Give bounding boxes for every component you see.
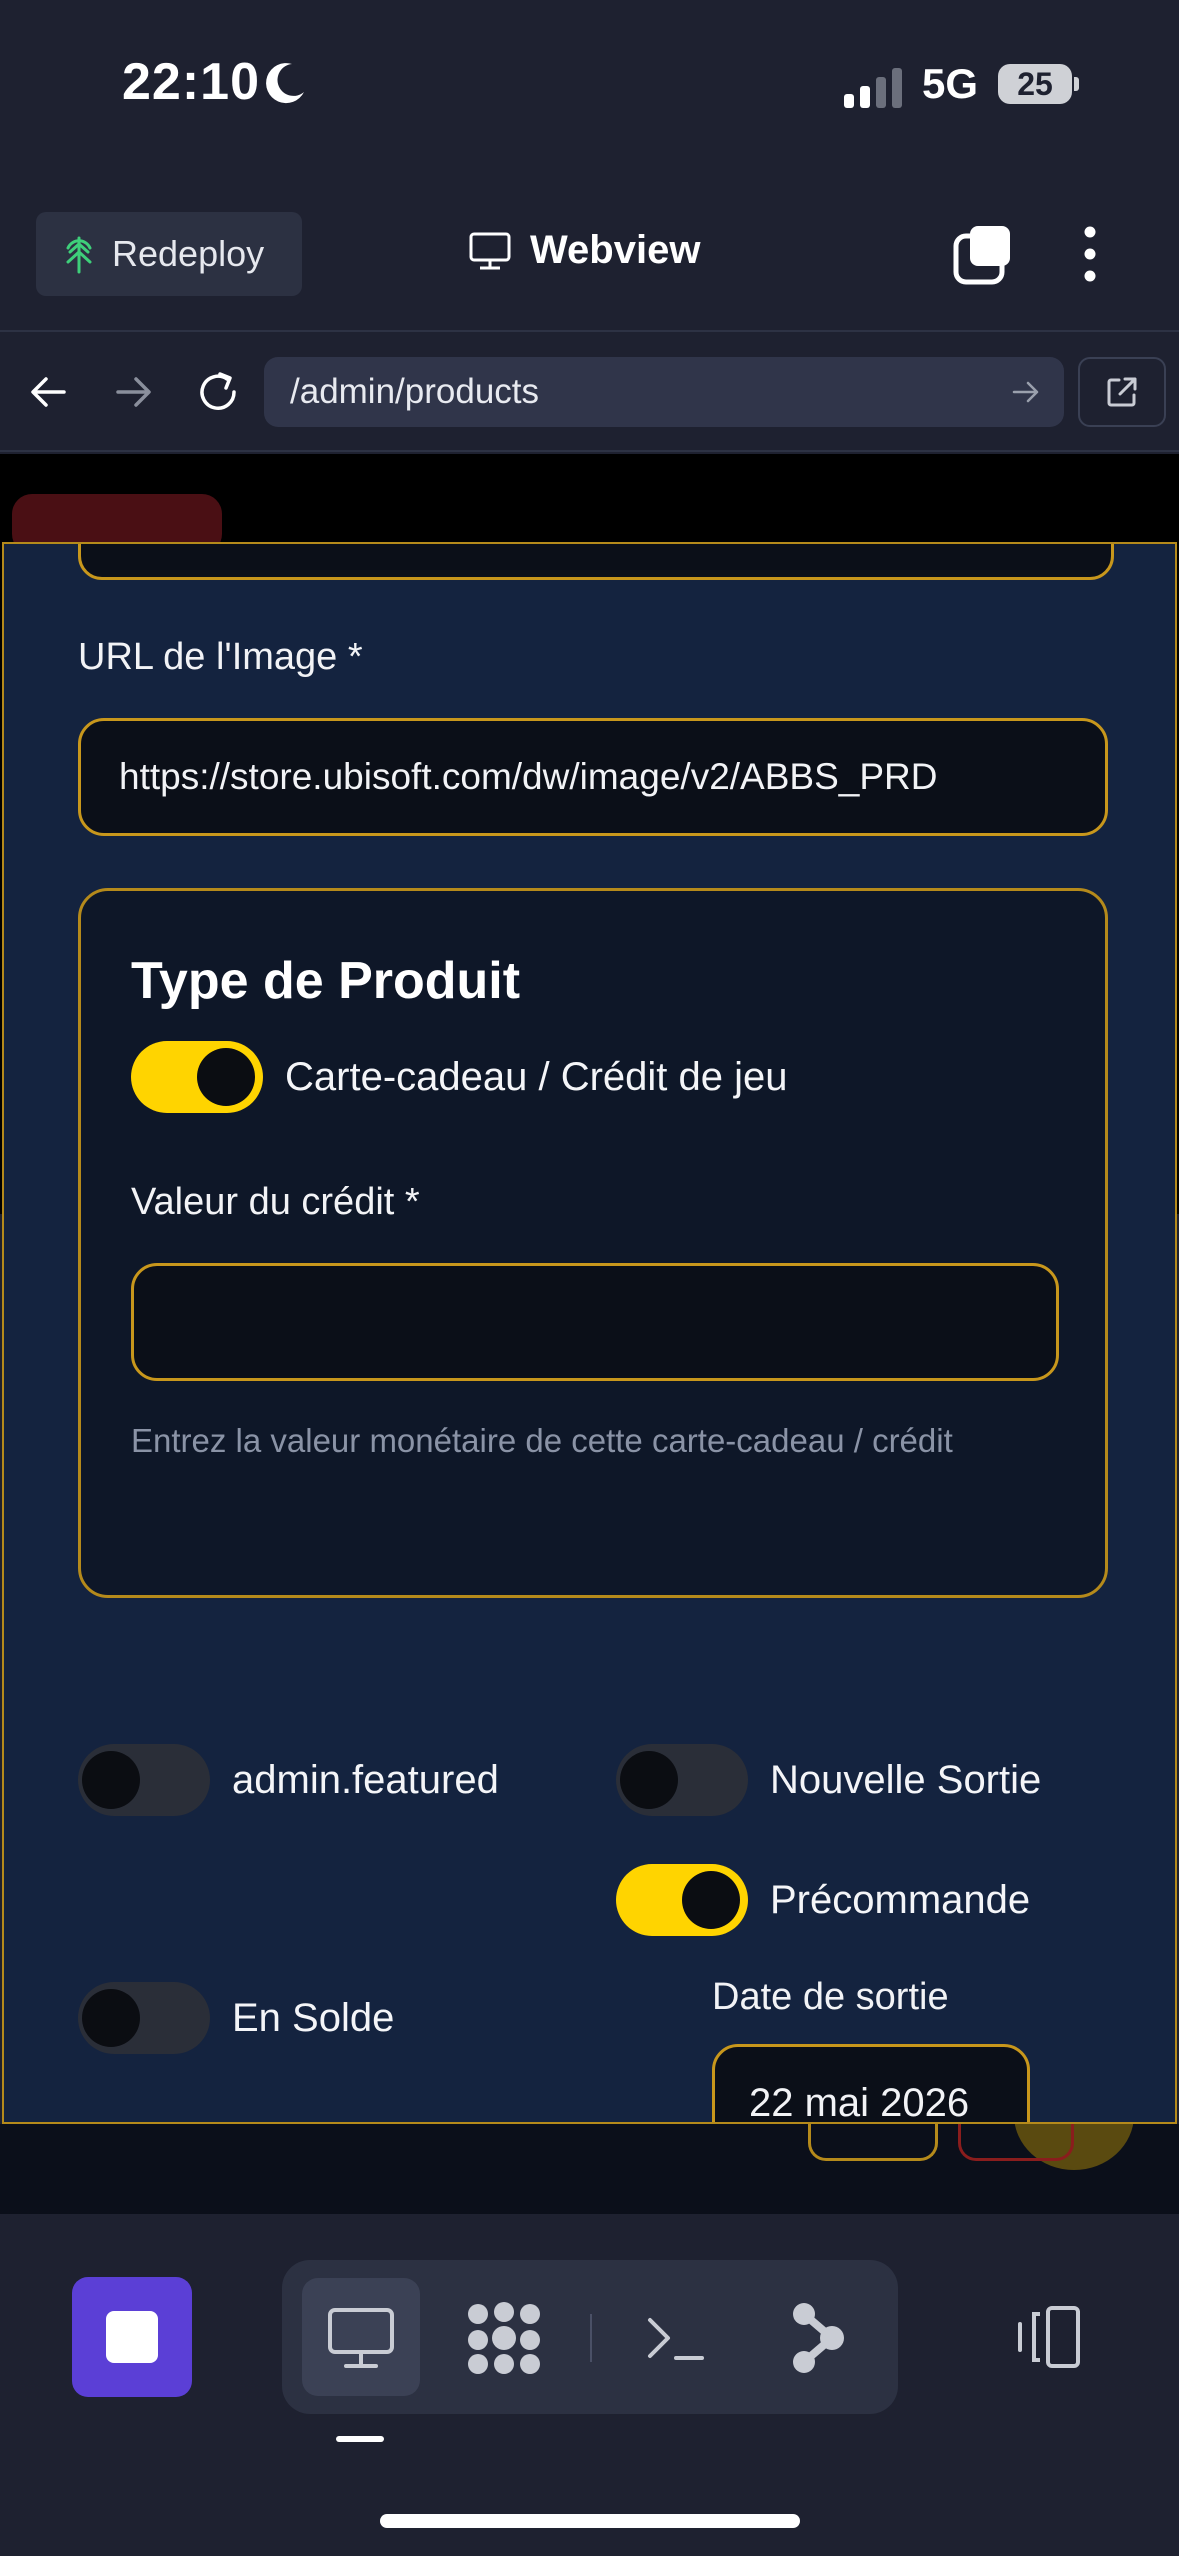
moon-icon — [266, 63, 304, 104]
new-release-toggle[interactable] — [616, 1744, 748, 1816]
tree-icon — [66, 236, 92, 274]
active-view-indicator — [336, 2436, 384, 2442]
nodes-icon[interactable] — [464, 2300, 544, 2376]
credit-value-label: Valeur du crédit * — [131, 1181, 420, 1223]
git-branch-icon[interactable] — [790, 2302, 846, 2374]
gift-card-toggle[interactable] — [131, 1041, 263, 1113]
preorder-toggle-label: Précommande — [770, 1878, 1031, 1922]
toggle-knob — [82, 1989, 140, 2047]
url-input[interactable]: /admin/products — [264, 357, 1064, 427]
image-url-input[interactable]: https://store.ubisoft.com/dw/image/v2/AB… — [78, 718, 1108, 836]
tabs-icon[interactable] — [952, 224, 1016, 286]
battery-icon: 25 — [998, 64, 1072, 104]
image-url-label: URL de l'Image * — [78, 636, 363, 678]
background-button-outline-red — [958, 2118, 1074, 2161]
device-switch-icon[interactable] — [1012, 2304, 1084, 2370]
gift-card-toggle-label: Carte-cadeau / Crédit de jeu — [285, 1055, 788, 1099]
webview-title: Webview — [468, 228, 700, 273]
previous-field-edge[interactable] — [78, 544, 1114, 580]
toggle-knob — [82, 1751, 140, 1809]
featured-toggle-label: admin.featured — [232, 1758, 499, 1802]
external-link-icon — [1107, 377, 1137, 407]
battery-tip — [1074, 77, 1079, 91]
monitor-icon — [469, 232, 511, 269]
featured-toggle[interactable] — [78, 1744, 210, 1816]
toggle-knob — [620, 1751, 678, 1809]
open-external-button[interactable] — [1078, 357, 1166, 427]
stop-button[interactable] — [72, 2277, 192, 2397]
release-date-label: Date de sortie — [712, 1976, 949, 2018]
product-type-title: Type de Produit — [131, 952, 521, 1010]
forward-arrow-icon[interactable] — [112, 370, 156, 414]
product-form-modal: URL de l'Image * https://store.ubisoft.c… — [2, 542, 1177, 2124]
credit-value-input[interactable] — [131, 1263, 1059, 1381]
preorder-toggle[interactable] — [616, 1864, 748, 1936]
redeploy-label: Redeploy — [112, 233, 265, 274]
go-arrow-icon[interactable] — [1010, 376, 1042, 408]
on-sale-toggle[interactable] — [78, 1982, 210, 2054]
toggle-knob — [682, 1871, 740, 1929]
battery-level: 25 — [1017, 65, 1053, 102]
toggle-knob — [197, 1048, 255, 1106]
stop-icon — [106, 2311, 158, 2363]
reload-icon[interactable] — [194, 368, 242, 416]
webview-title-text: Webview — [530, 228, 701, 272]
on-sale-toggle-label: En Solde — [232, 1996, 395, 2040]
home-indicator[interactable] — [380, 2514, 800, 2528]
more-options-icon[interactable] — [1070, 224, 1110, 286]
redeploy-button[interactable]: Redeploy — [36, 212, 302, 296]
product-type-section: Type de Produit Carte-cadeau / Crédit de… — [78, 888, 1108, 1598]
credit-help-text: Entrez la valeur monétaire de cette cart… — [131, 1422, 953, 1459]
status-time: 22:10 — [122, 53, 260, 111]
new-release-toggle-label: Nouvelle Sortie — [770, 1758, 1042, 1802]
terminal-icon[interactable] — [644, 2310, 708, 2366]
background-button-outline — [808, 2118, 938, 2161]
desktop-icon — [328, 2308, 394, 2368]
network-type: 5G — [922, 60, 979, 107]
release-date-input[interactable]: 22 mai 2026 — [712, 2044, 1030, 2122]
view-switcher-divider — [590, 2314, 592, 2362]
signal-icon — [844, 68, 902, 108]
back-arrow-icon[interactable] — [26, 370, 70, 414]
